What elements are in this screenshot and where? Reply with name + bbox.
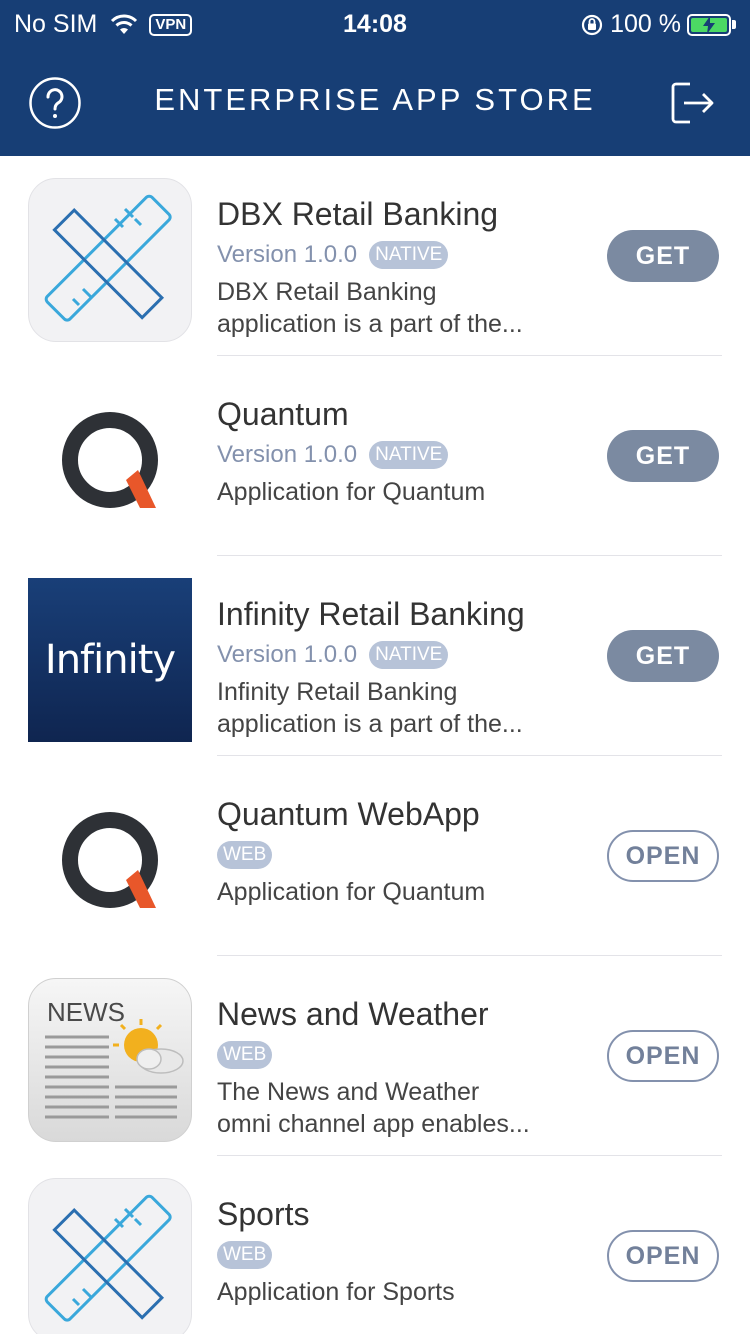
app-version: Version 1.0.0 — [217, 641, 358, 668]
app-description-line: Infinity Retail Banking — [217, 678, 458, 706]
app-description: DBX Retail Banking application is a part… — [217, 276, 587, 340]
app-description-line: application is a part of the... — [217, 310, 523, 338]
app-row-news-and-weather[interactable]: NEWS News and Weather WEB The News and W… — [0, 956, 750, 1156]
app-description: Infinity Retail Banking application is a… — [217, 676, 587, 740]
app-type-badge: NATIVE — [369, 641, 449, 669]
app-row-quantum[interactable]: Quantum Version 1.0.0 NATIVE Application… — [0, 356, 750, 556]
status-bar: No SIM VPN 14:08 100 % — [0, 0, 750, 50]
get-button[interactable]: GET — [607, 630, 719, 682]
status-right: 100 % — [580, 10, 736, 39]
app-description-line: Application for Sports — [217, 1278, 455, 1306]
battery-tip — [732, 20, 736, 29]
news-weather-icon: NEWS — [28, 978, 192, 1142]
app-description-line: Application for Quantum — [217, 878, 486, 906]
app-name: News and Weather — [217, 996, 489, 1032]
app-meta: WEB — [217, 1238, 587, 1272]
open-button[interactable]: OPEN — [607, 830, 719, 882]
rotation-lock-icon — [582, 14, 603, 35]
infinity-logo-text: Infinity — [44, 637, 176, 683]
get-button[interactable]: GET — [607, 430, 719, 482]
tools-icon — [28, 1178, 192, 1334]
app-description-line: application is a part of the... — [217, 710, 523, 738]
app-meta: Version 1.0.0 NATIVE — [217, 438, 587, 472]
app-name: Infinity Retail Banking — [217, 596, 525, 632]
infinity-logo-icon: Infinity — [28, 578, 192, 742]
app-info: Infinity Retail Banking Version 1.0.0 NA… — [217, 594, 587, 740]
app-type-badge: WEB — [217, 841, 273, 869]
app-description: Application for Quantum — [217, 476, 587, 508]
app-name: DBX Retail Banking — [217, 196, 499, 232]
app-row-infinity-retail-banking[interactable]: Infinity Infinity Retail Banking Version… — [0, 556, 750, 756]
app-row-sports[interactable]: Sports WEB Application for Sports OPEN — [0, 1156, 750, 1334]
header: No SIM VPN 14:08 100 % ENTERPRISE APP ST… — [0, 0, 750, 156]
open-button[interactable]: OPEN — [607, 1230, 719, 1282]
open-button[interactable]: OPEN — [607, 1030, 719, 1082]
app-info: DBX Retail Banking Version 1.0.0 NATIVE … — [217, 194, 587, 340]
app-info: News and Weather WEB The News and Weathe… — [217, 994, 587, 1140]
app-type-badge: WEB — [217, 1041, 273, 1069]
app-type-badge: NATIVE — [369, 241, 449, 269]
tools-icon — [28, 178, 192, 342]
app-meta: WEB — [217, 838, 587, 872]
app-row-dbx-retail-banking[interactable]: DBX Retail Banking Version 1.0.0 NATIVE … — [0, 156, 750, 356]
app-description: Application for Quantum — [217, 876, 587, 908]
app-store-screen: No SIM VPN 14:08 100 % ENTERPRISE APP ST… — [0, 0, 750, 1334]
app-meta: Version 1.0.0 NATIVE — [217, 238, 587, 272]
logout-icon[interactable] — [668, 78, 718, 128]
app-info: Quantum Version 1.0.0 NATIVE Application… — [217, 394, 587, 508]
news-icon-label: NEWS — [47, 997, 125, 1027]
app-version: Version 1.0.0 — [217, 241, 358, 268]
battery-percent: 100 % — [610, 10, 681, 38]
quantum-logo-icon — [28, 778, 192, 942]
battery-icon — [687, 13, 731, 36]
app-description: Application for Sports — [217, 1276, 587, 1308]
app-description-line: Application for Quantum — [217, 478, 486, 506]
nav-bar: ENTERPRISE APP STORE — [0, 50, 750, 156]
app-description-line: The News and Weather — [217, 1078, 480, 1106]
page-title: ENTERPRISE APP STORE — [154, 82, 596, 117]
app-description: The News and Weather omni channel app en… — [217, 1076, 587, 1140]
app-description-line: DBX Retail Banking — [217, 278, 437, 306]
app-description-line: omni channel app enables... — [217, 1110, 530, 1138]
app-name: Sports — [217, 1196, 310, 1232]
app-info: Quantum WebApp WEB Application for Quant… — [217, 794, 587, 908]
app-info: Sports WEB Application for Sports — [217, 1194, 587, 1308]
get-button[interactable]: GET — [607, 230, 719, 282]
app-name: Quantum WebApp — [217, 796, 480, 832]
app-meta: WEB — [217, 1038, 587, 1072]
app-type-badge: NATIVE — [369, 441, 449, 469]
app-version: Version 1.0.0 — [217, 441, 358, 468]
app-name: Quantum — [217, 396, 349, 432]
app-type-badge: WEB — [217, 1241, 273, 1269]
app-list: DBX Retail Banking Version 1.0.0 NATIVE … — [0, 156, 750, 1334]
app-row-quantum-webapp[interactable]: Quantum WebApp WEB Application for Quant… — [0, 756, 750, 956]
quantum-logo-icon — [28, 378, 192, 542]
app-meta: Version 1.0.0 NATIVE — [217, 638, 587, 672]
